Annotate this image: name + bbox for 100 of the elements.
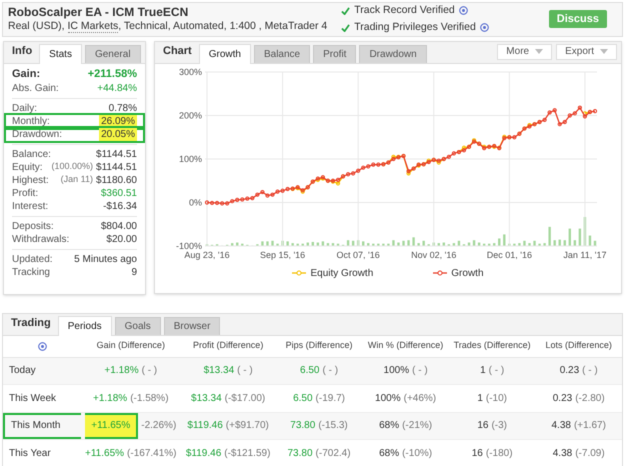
stat-label: Interest:	[12, 200, 48, 214]
cell-difference: (+1.67)	[574, 419, 606, 434]
cell-difference: (-2.80)	[575, 392, 605, 406]
cell-difference: (-19.7)	[316, 392, 345, 406]
broker-link[interactable]: IC Markets	[68, 20, 118, 34]
stat-label: Abs. Gain:	[12, 82, 59, 96]
cell-value: 100%	[375, 392, 401, 406]
stat-value: -$16.34	[103, 200, 137, 214]
tab[interactable]: Periods	[58, 316, 112, 336]
stat-value: +211.58%	[88, 66, 137, 82]
tab[interactable]: General	[84, 44, 141, 62]
caret-icon	[535, 49, 544, 54]
verification-label: Track Record Verified	[354, 3, 455, 18]
stat-label: Gain:	[12, 66, 40, 82]
stat-value: 0.78%	[108, 102, 137, 116]
tab[interactable]: Balance	[254, 44, 310, 62]
x-axis-label: Sep 15, '16	[260, 250, 306, 260]
period-label: This Week	[8, 392, 58, 406]
stat-label: Updated:	[12, 252, 53, 266]
cell-value: 0.23	[552, 392, 572, 406]
cell-difference: (-10%)	[402, 446, 432, 461]
cell-difference: (-10)	[486, 392, 507, 406]
cell-value: 16	[472, 446, 483, 461]
column-header: Lots (Difference)	[544, 339, 613, 352]
cell-difference: (-1.58%)	[130, 392, 169, 406]
stat-label: Drawdown:	[12, 128, 62, 142]
help-icon[interactable]	[458, 6, 468, 16]
y-axis-label: 300%	[178, 66, 202, 76]
account-details: Real (USD), IC Markets, Technical, Automated, 1:400 , MetaTrader 4	[8, 19, 328, 34]
cell-value: +11.65%	[85, 446, 124, 461]
panel-title: Info	[11, 44, 34, 59]
cell-difference: (-7.09)	[575, 446, 605, 461]
stat-label: Withdrawals:	[12, 232, 70, 246]
cell-value: +1.18%	[92, 392, 128, 406]
cell-difference: ( - )	[488, 364, 504, 378]
stat-label: Deposits:	[12, 220, 54, 234]
cell-difference: ( - )	[142, 364, 158, 378]
cell-value: $119.46	[187, 419, 223, 434]
stat-label: Profit:	[12, 186, 38, 200]
cell-difference: ( - )	[582, 364, 598, 378]
stat-label: Equity:	[12, 160, 43, 174]
cell-value: 6.50	[300, 364, 320, 378]
cell-value: 4.38	[552, 446, 572, 461]
cell-value: 0.23	[560, 364, 580, 378]
cell-difference: (+46%)	[404, 392, 436, 406]
dropdown-button[interactable]: Export	[556, 44, 617, 60]
y-axis-label: -100%	[176, 240, 202, 250]
cell-value: $13.34	[191, 392, 222, 406]
column-header: Pips (Difference)	[284, 339, 354, 352]
stat-value: $1144.51	[96, 160, 137, 174]
help-icon[interactable]	[480, 23, 489, 32]
stat-value: $360.51	[100, 186, 137, 200]
cell-difference: (-167.41%)	[127, 446, 176, 461]
panel-title: Chart	[162, 44, 193, 59]
stat-label: Monthly:	[12, 114, 50, 128]
cell-difference: (-180)	[486, 446, 513, 461]
tab[interactable]: Browser	[164, 316, 220, 334]
cell-value: 73.80	[288, 446, 313, 461]
tab[interactable]: Goals	[114, 316, 161, 334]
period-label: Today	[8, 364, 37, 378]
stat-note: (100.00%)	[52, 160, 94, 174]
stat-value: 20.05%	[99, 126, 137, 142]
column-header: Gain (Difference)	[96, 339, 166, 352]
caret-icon	[600, 49, 608, 54]
x-axis-label: Nov 02, '16	[411, 250, 456, 260]
y-axis-label: 100%	[178, 154, 202, 164]
stat-value: $1144.51	[96, 148, 137, 162]
stat-value: +44.84%	[97, 82, 137, 96]
cell-difference: (-702.4)	[316, 446, 351, 461]
cell-value: $119.46	[186, 446, 222, 461]
stat-value: 5 Minutes ago	[74, 252, 137, 266]
tab[interactable]: Stats	[39, 44, 82, 64]
y-axis-label: 200%	[178, 110, 202, 120]
column-header: Profit (Difference)	[192, 339, 264, 352]
cell-difference: (+$91.70)	[226, 419, 269, 434]
x-axis-label: Oct 07, '16	[336, 250, 380, 260]
cell-value: 4.38	[551, 419, 571, 434]
stat-label: Tracking	[12, 266, 50, 280]
panel-title: Trading	[10, 316, 52, 331]
column-header: Trades (Difference)	[452, 339, 532, 352]
stat-label: Highest:	[12, 174, 49, 188]
column-header: Win % (Difference)	[366, 339, 444, 352]
x-axis-label: Aug 23, '16	[184, 250, 230, 260]
cell-difference: ( - )	[237, 364, 253, 378]
stat-value: 9	[131, 266, 137, 280]
tab[interactable]: Drawdown	[359, 44, 427, 62]
period-label: This Year	[8, 446, 52, 461]
tab[interactable]: Growth	[198, 44, 251, 64]
cell-difference: ( - )	[322, 364, 338, 378]
cell-value: 73.80	[290, 419, 316, 434]
legend-label: Equity Growth	[310, 266, 374, 280]
cell-difference: (-3)	[491, 419, 507, 434]
tab[interactable]: Profit	[313, 44, 356, 62]
stat-label: Daily:	[12, 102, 38, 116]
x-axis-label: Dec 01, '16	[486, 250, 532, 260]
dropdown-button[interactable]: More	[497, 44, 552, 60]
help-icon[interactable]	[38, 342, 46, 350]
cell-difference: (-15.3)	[318, 419, 348, 434]
cell-value: 16	[477, 419, 488, 434]
stat-note: (Jan 11)	[60, 173, 94, 186]
